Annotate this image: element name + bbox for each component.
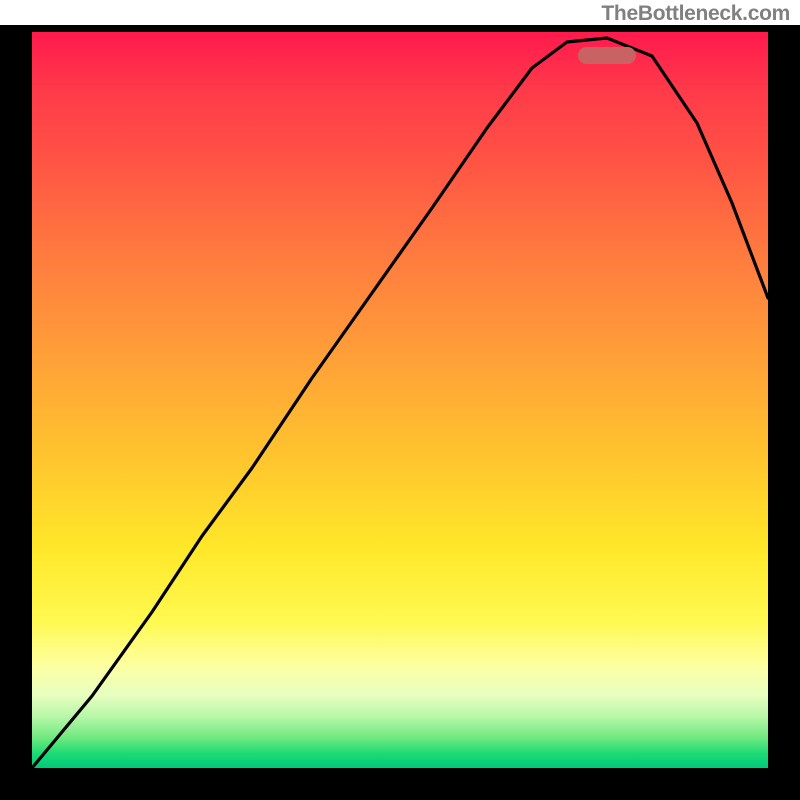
frame-edge-top [0,25,800,32]
frame-edge-right [768,25,800,800]
frame-edge-bottom [0,768,800,800]
bottleneck-curve [32,32,768,768]
chart-frame: TheBottleneck.com [0,0,800,800]
optimal-marker [578,47,636,64]
watermark-label: TheBottleneck.com [601,2,790,26]
plot-area [32,32,768,768]
frame-edge-left [0,25,32,800]
